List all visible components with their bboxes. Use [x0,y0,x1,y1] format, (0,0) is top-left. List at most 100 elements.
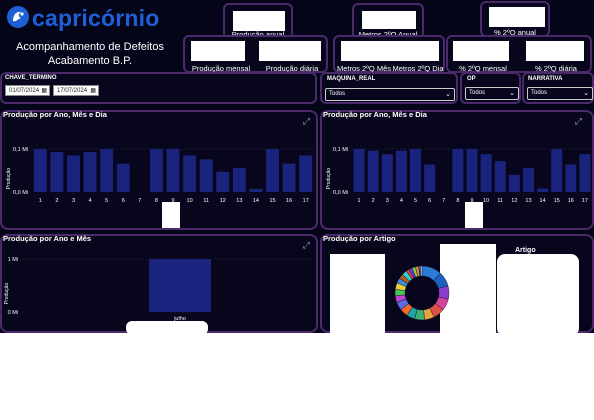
x-tick-label: 8 [456,198,459,204]
bar-chart-day-left: Produção0,1 Mi0,0 Mi1 2 3 4 5 6 7 8 9 10 11 12 13 14 1… [6,147,314,204]
y-axis-label: Produção [6,168,12,190]
x-tick-label: 12 [220,198,226,204]
x-tick-label: 1 [39,198,42,204]
kpi-value-redacted [362,11,416,29]
kpi-value-redacted [489,7,545,27]
bar [522,167,534,192]
bar [116,163,130,192]
bar [149,259,211,312]
calendar-icon[interactable]: ▦ [41,86,47,97]
donut-legend-title: Artigo [515,247,536,254]
kpi-group-pct-2q: % 2ºQ mensal % 2ºQ diária [446,35,592,73]
y-tick-label: 0,0 Mi [13,190,28,196]
narrativa-dropdown[interactable]: Todos ⌄ [527,87,593,100]
dashboard: capricórnio Acompanhamento de Defeitos A… [0,0,594,333]
bar [466,149,478,192]
y-tick-label: 0 Mi [8,310,18,316]
date-filter-panel: CHAVE_TERMINO 01/07/2024 ▦ 17/07/2024 ▦ [0,72,317,104]
kpi-value-redacted [191,41,245,61]
x-tick-label: 2 [55,198,58,204]
chart-title: Produção por Artigo [323,234,396,243]
x-tick-label: 6 [122,198,125,204]
x-tick-label: 13 [236,198,242,204]
redacted-box [126,321,208,333]
x-tick-label: 3 [72,198,75,204]
kpi-group-producao: Produção mensal Produção diária [183,35,328,73]
x-tick-label: 17 [582,198,588,204]
x-tick-label: 1 [358,198,361,204]
bar [216,171,230,192]
bar [424,164,436,192]
bar [149,149,163,192]
y-axis-label: Produção [326,168,332,190]
kpi-value-redacted [453,41,509,61]
bar [183,155,197,192]
chevron-down-icon: ⌄ [445,91,451,98]
x-tick-label: 12 [511,198,517,204]
bar [282,163,296,192]
x-tick-label: 13 [525,198,531,204]
x-tick-label: 7 [442,198,445,204]
op-filter-label: OP [467,76,476,82]
narrativa-filter-panel: NARRATIVA Todos ⌄ [522,72,594,104]
bar [50,152,64,192]
maquina-filter-panel: MAQUINA_REAL Todos ⌄ [320,72,458,104]
x-tick-label: 4 [400,198,403,204]
bar [100,149,114,192]
capricorn-logo-icon [7,6,29,28]
op-dropdown[interactable]: Todos ⌄ [465,87,519,100]
bar [494,161,506,192]
calendar-icon[interactable]: ▦ [90,86,96,97]
x-tick-label: 7 [138,198,141,204]
chart-panel-artigo: Produção por Artigo Artigo [320,234,594,333]
kpi-value-redacted [233,11,285,31]
kpi-value-redacted [259,41,321,61]
y-axis-label: Produção [4,283,10,305]
y-tick-label: 1 Mi [8,257,18,263]
bar [232,167,246,192]
kpi-value-redacted [526,41,584,61]
x-tick-label: 4 [89,198,92,204]
date-from-input[interactable]: 01/07/2024 ▦ [5,85,50,96]
kpi-pct-2q-anual: % 2ºQ anual [480,1,550,37]
date-to-value: 17/07/2024 [57,88,88,94]
bar [199,159,213,192]
narrativa-filter-label: NARRATIVA [528,76,563,82]
kpi-producao-anual: Produção anual [223,3,293,39]
redacted-box [162,202,180,228]
date-filter-label: CHAVE_TERMINO [5,75,57,81]
date-to-input[interactable]: 17/07/2024 ▦ [53,85,99,96]
logo-text: capricórnio [32,5,160,31]
redacted-box [465,202,483,228]
bar [395,150,407,192]
x-tick-label: 3 [386,198,389,204]
maquina-dropdown[interactable]: Todos ⌄ [325,88,455,101]
op-filter-panel: OP Todos ⌄ [460,72,521,104]
report-title-line1: Acompanhamento de Defeitos [16,41,164,53]
y-tick-label: 0,1 Mi [13,147,28,153]
redacted-box [497,254,579,333]
bar [381,154,393,192]
bar [551,149,563,192]
maquina-filter-label: MAQUINA_REAL [327,76,376,82]
x-tick-label: 16 [286,198,292,204]
bar [33,149,47,192]
x-tick-label: 6 [428,198,431,204]
x-tick-label: 10 [187,198,193,204]
bar [83,152,97,192]
x-tick-label: 15 [269,198,275,204]
report-title-line2: Acabamento B.P. [47,55,133,67]
donut-chart-artigo [394,265,450,321]
bar [565,164,577,192]
x-tick-label: 8 [155,198,158,204]
maquina-dropdown-value: Todos [329,91,346,97]
x-tick-label: 2 [372,198,375,204]
x-tick-label: 11 [203,198,209,204]
y-tick-label: 0,1 Mi [333,147,348,153]
x-tick-label: 11 [497,198,503,204]
bar [410,149,422,192]
bar [249,188,263,192]
x-tick-label: 10 [483,198,489,204]
x-tick-label: 5 [414,198,417,204]
x-tick-label: 14 [253,198,259,204]
